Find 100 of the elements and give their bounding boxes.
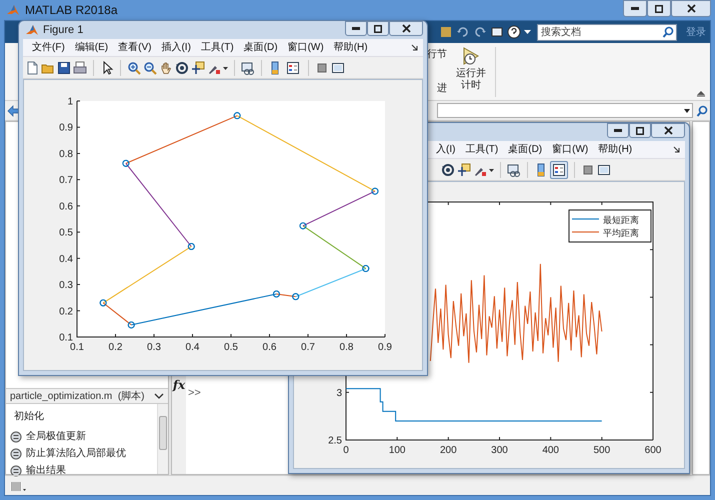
- search-icon[interactable]: [662, 26, 674, 38]
- tick-label: 300: [491, 445, 508, 456]
- search-field[interactable]: 搜索文档: [537, 24, 677, 40]
- square-icon[interactable]: [315, 60, 329, 74]
- tick-label: 0.1: [59, 332, 73, 344]
- command-prompt: >>: [188, 387, 201, 399]
- login-link[interactable]: 登录: [686, 24, 706, 40]
- legend-label: 平均距离: [603, 229, 639, 239]
- menu-item[interactable]: 帮助(H): [328, 40, 373, 55]
- tick-label: 0.7: [59, 175, 73, 186]
- menu-item[interactable]: 工具(T): [196, 40, 239, 55]
- section-item[interactable]: 防止算法陷入局部最优: [26, 446, 126, 461]
- menu-item[interactable]: 查看(V): [113, 40, 156, 55]
- search-icon[interactable]: [696, 104, 708, 116]
- close-button[interactable]: [389, 21, 423, 36]
- run-and-time-button[interactable]: 运行并计时: [451, 43, 491, 100]
- tick-label: 500: [594, 445, 610, 456]
- tick-label: 0: [343, 445, 349, 456]
- menu-item[interactable]: 入(I): [431, 142, 460, 157]
- help-icon[interactable]: [507, 25, 521, 39]
- tick-label: 0.4: [186, 342, 200, 353]
- window-title: Figure 1: [43, 22, 84, 38]
- address-field[interactable]: [437, 103, 693, 118]
- menu-item[interactable]: 窗口(W): [547, 142, 594, 157]
- close-button[interactable]: [651, 123, 685, 138]
- window-panel-icon[interactable]: [331, 60, 345, 74]
- minimize-button[interactable]: [623, 0, 647, 17]
- legend-toggle-button[interactable]: [550, 160, 568, 178]
- maximize-button[interactable]: [629, 123, 651, 138]
- data-cursor-icon[interactable]: [457, 162, 471, 176]
- status-grip-icon[interactable]: [11, 480, 27, 492]
- close-button[interactable]: [671, 0, 711, 17]
- tick-label: 0.8: [59, 148, 73, 160]
- tick-label: 3: [336, 388, 342, 399]
- rotate-icon[interactable]: [441, 162, 455, 176]
- matlab-logo-icon: [25, 23, 39, 37]
- switch-windows-icon[interactable]: [490, 25, 504, 39]
- section-icon: [10, 464, 22, 476]
- dock-icon[interactable]: [411, 44, 419, 52]
- save-icon[interactable]: [57, 60, 71, 74]
- legend-icon: [286, 60, 300, 74]
- tick-label: 0.9: [59, 122, 73, 134]
- tick-label: 0.5: [224, 342, 238, 353]
- zoom-out-icon[interactable]: [143, 60, 157, 74]
- window-panel-icon[interactable]: [597, 162, 611, 176]
- zoom-in-icon[interactable]: [127, 60, 141, 74]
- minimize-button[interactable]: [345, 21, 367, 36]
- tick-label: 0.2: [59, 306, 73, 318]
- tick-label: 0.7: [301, 342, 315, 353]
- minimize-icon: [614, 129, 622, 132]
- menu-item[interactable]: 桌面(D): [238, 40, 283, 55]
- clipboard-icon[interactable]: [439, 25, 453, 39]
- maximize-button[interactable]: [367, 21, 389, 36]
- file-name: particle_optimization.m (脚本): [10, 390, 144, 404]
- new-file-icon[interactable]: [25, 60, 39, 74]
- redo-icon[interactable]: [473, 25, 487, 39]
- link-icon[interactable]: [507, 162, 521, 176]
- rotate-icon[interactable]: [175, 60, 189, 74]
- link-icon[interactable]: [241, 60, 255, 74]
- function-browser-button[interactable]: fx: [172, 378, 186, 392]
- hand-icon[interactable]: [159, 60, 173, 74]
- window-title: MATLAB R2018a: [25, 2, 118, 19]
- matlab-logo-icon: [6, 3, 20, 17]
- minimize-button[interactable]: [607, 123, 629, 138]
- close-icon: [686, 4, 696, 13]
- minimize-icon: [631, 7, 639, 10]
- section-item[interactable]: 全局极值更新: [26, 429, 86, 444]
- run-timer-icon: [461, 46, 481, 66]
- maximize-icon: [655, 4, 663, 12]
- maximize-icon: [374, 24, 382, 32]
- maximize-button[interactable]: [647, 0, 671, 17]
- collapse-icon[interactable]: [696, 88, 706, 97]
- tick-label: 0.2: [108, 342, 122, 353]
- advance-button[interactable]: 进: [437, 81, 447, 96]
- tick-label: 200: [440, 445, 457, 456]
- chevron-down-icon[interactable]: [154, 392, 164, 400]
- menu-item[interactable]: 窗口(W): [282, 40, 329, 55]
- legend-icon: [552, 162, 566, 176]
- caret-icon[interactable]: [524, 30, 531, 34]
- tick-label: 1: [67, 96, 73, 108]
- section-icon: [10, 448, 22, 460]
- menu-item[interactable]: 插入(I): [156, 40, 196, 55]
- dock-icon[interactable]: [673, 146, 681, 154]
- scrollbar[interactable]: [157, 404, 168, 474]
- close-icon: [402, 24, 410, 33]
- menu-item[interactable]: 帮助(H): [593, 142, 638, 157]
- menu-item[interactable]: 桌面(D): [503, 142, 548, 157]
- tick-label: 600: [644, 445, 662, 456]
- data-cursor-icon[interactable]: [191, 60, 205, 74]
- menu-item[interactable]: 编辑(E): [70, 40, 114, 55]
- section-heading[interactable]: 初始化: [10, 409, 157, 424]
- tick-label: 0.6: [262, 342, 276, 353]
- printer-icon[interactable]: [73, 60, 87, 74]
- menu-item[interactable]: 文件(F): [27, 40, 70, 55]
- undo-icon[interactable]: [456, 25, 470, 39]
- menu-item[interactable]: 工具(T): [460, 142, 504, 157]
- square-icon[interactable]: [581, 162, 595, 176]
- scrollbar-thumb[interactable]: [159, 416, 167, 450]
- section-item[interactable]: 输出结果: [26, 463, 66, 478]
- legend-label: 最短距离: [603, 216, 639, 226]
